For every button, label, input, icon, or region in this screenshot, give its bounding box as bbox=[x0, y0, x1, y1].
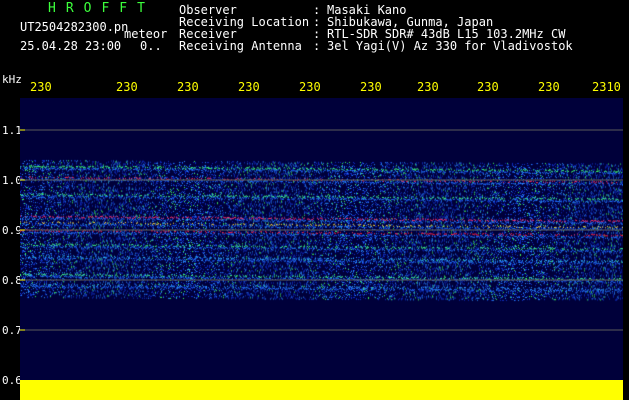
time-tick: 2310 bbox=[592, 80, 621, 94]
time-axis: 230 230 230 230 230 230 230 230 230 2310 bbox=[0, 78, 629, 98]
antenna-value: 3el Yagi(V) Az 330 for Vladivostok bbox=[327, 39, 573, 53]
time-tick: 230 bbox=[299, 80, 321, 94]
noise-floor-bar bbox=[20, 380, 623, 400]
frequency-tick: 1.1 bbox=[2, 124, 22, 137]
frequency-tick: 0.7 bbox=[2, 324, 22, 337]
time-tick: 230 bbox=[30, 80, 52, 94]
time-tick: 230 bbox=[238, 80, 260, 94]
frequency-tick: 0.9 bbox=[2, 224, 22, 237]
time-tick: 230 bbox=[417, 80, 439, 94]
frequency-tick: 1.0 bbox=[2, 174, 22, 187]
count-value: 0.. bbox=[140, 39, 162, 53]
spectrogram-grid bbox=[20, 129, 623, 331]
time-tick: 230 bbox=[360, 80, 382, 94]
frequency-tick: 0.8 bbox=[2, 274, 22, 287]
time-tick: 230 bbox=[177, 80, 199, 94]
antenna-colon: : bbox=[313, 39, 321, 53]
time-tick: 230 bbox=[116, 80, 138, 94]
time-tick: 230 bbox=[538, 80, 560, 94]
date-time: 25.04.28 23:00 bbox=[20, 39, 122, 53]
spectrogram-plot bbox=[20, 98, 623, 380]
app-title: HROFFT bbox=[48, 1, 155, 16]
frequency-tick: 0.6 bbox=[2, 374, 22, 387]
antenna-label: Receiving Antenna bbox=[179, 39, 302, 53]
hrofft-window: HROFFT UT2504282300.pn meteor 25.04.28 2… bbox=[0, 0, 629, 400]
file-name: UT2504282300.pn bbox=[20, 20, 129, 34]
time-tick: 230 bbox=[477, 80, 499, 94]
